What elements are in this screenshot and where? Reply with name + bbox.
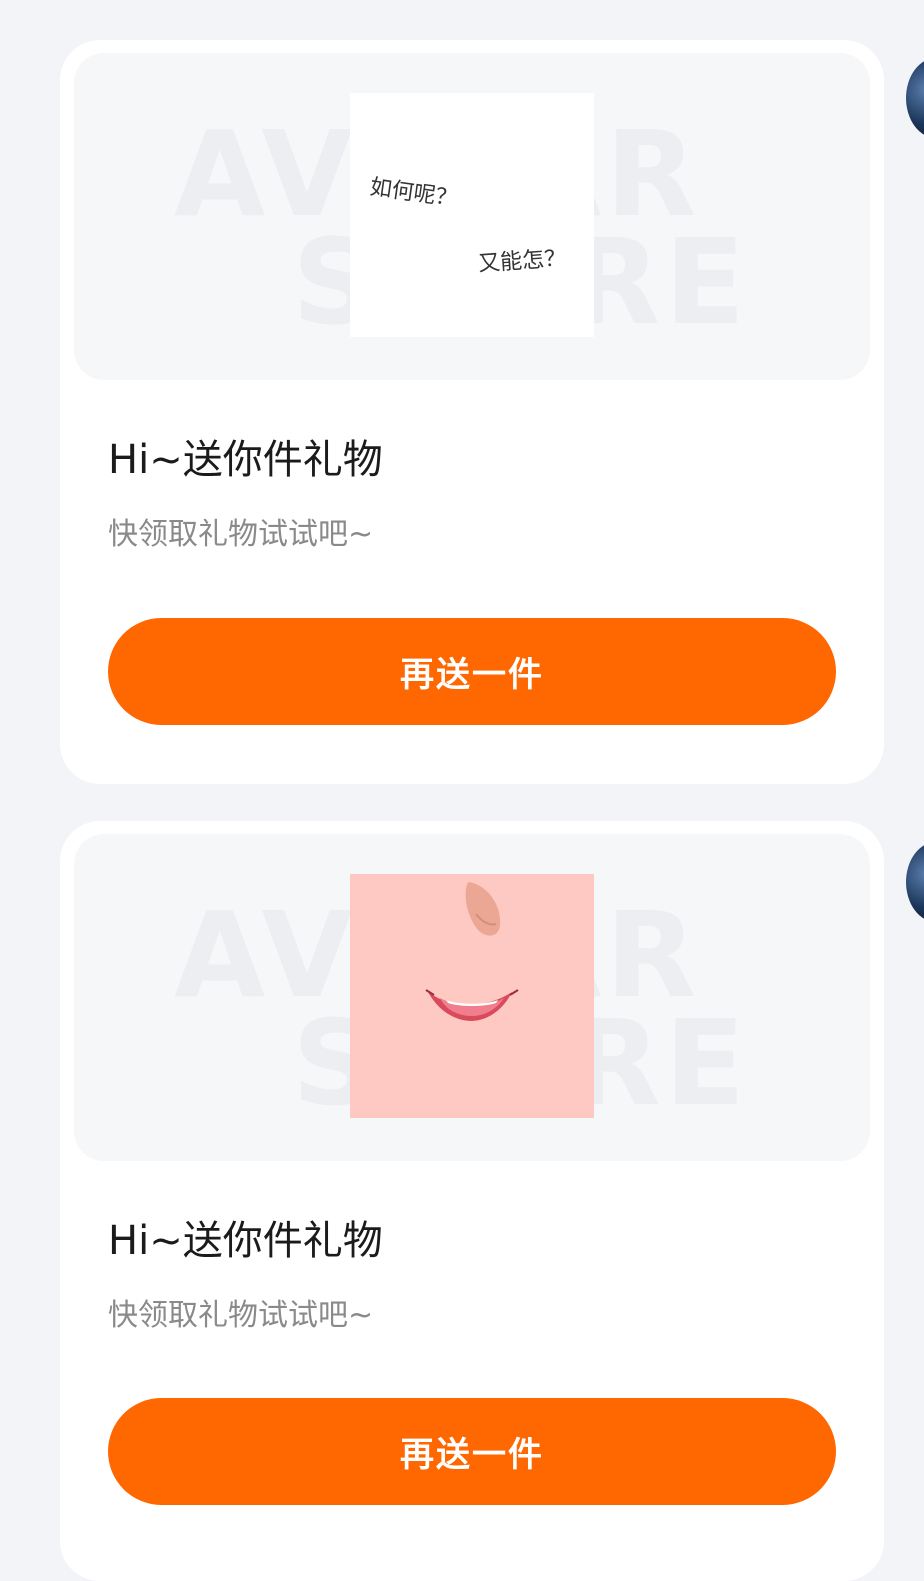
gift-preview: AVATAR STORE 如何呢？ 又能怎？ [74, 53, 870, 380]
gift-card: AVATAR STORE Hi~送你件礼物 快领取礼物试试吧~ 再送一件 [60, 821, 884, 1581]
gift-title: Hi~送你件礼物 [108, 1218, 383, 1264]
send-another-button[interactable]: 再送一件 [108, 618, 836, 725]
gift-title: Hi~送你件礼物 [108, 437, 383, 483]
send-another-button[interactable]: 再送一件 [108, 1398, 836, 1505]
avatar[interactable] [906, 842, 924, 922]
gift-subtitle: 快领取礼物试试吧~ [108, 517, 374, 552]
gift-preview: AVATAR STORE [74, 834, 870, 1161]
gift-image: 如何呢？ 又能怎？ [350, 93, 594, 337]
gift-image-text: 如何呢？ [368, 174, 459, 212]
avatar[interactable] [906, 58, 924, 138]
gift-image-text: 又能怎？ [477, 245, 567, 278]
face-closeup-icon [350, 874, 594, 1118]
gift-subtitle: 快领取礼物试试吧~ [108, 1298, 374, 1333]
gift-card: AVATAR STORE 如何呢？ 又能怎？ Hi~送你件礼物 快领取礼物试试吧… [60, 40, 884, 784]
gift-image [350, 874, 594, 1118]
